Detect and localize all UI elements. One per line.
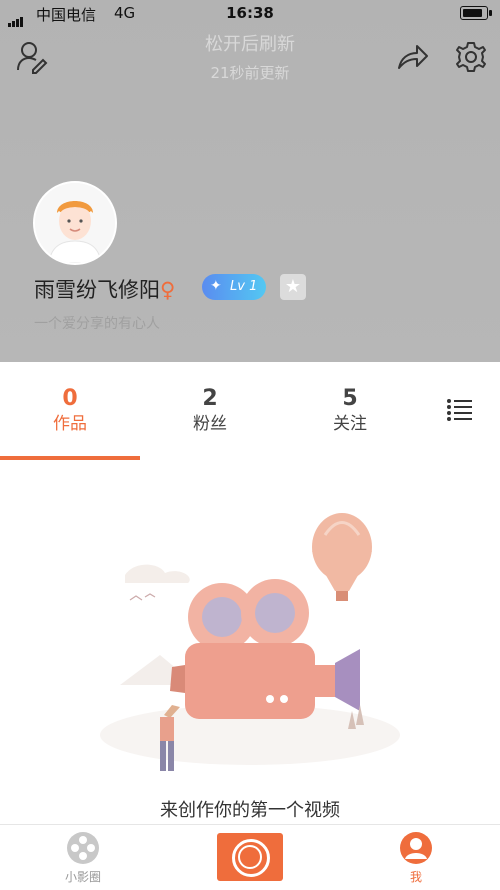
level-badge[interactable]: ✦ Lv 1 <box>202 274 266 300</box>
me-avatar-icon <box>400 832 432 864</box>
list-menu-icon[interactable] <box>446 398 472 422</box>
works-count: 0 <box>62 386 78 411</box>
tab-me[interactable]: 我 <box>366 831 466 885</box>
level-label: Lv 1 <box>230 279 258 294</box>
tab-me-label: 我 <box>409 870 422 884</box>
clock: 16:38 <box>226 4 274 22</box>
tab-xiaoying-label: 小影圈 <box>64 870 101 884</box>
bottom-tab-bar: 小影圈 我 <box>0 824 500 890</box>
sparkle-icon: ✦ <box>210 278 222 294</box>
avatar[interactable] <box>33 181 117 265</box>
fans-label: 粉丝 <box>193 414 227 434</box>
empty-state-message: 来创作你的第一个视频 <box>160 800 340 821</box>
user-name: 雨雪纷飞修阳 <box>34 278 160 302</box>
user-bio: 一个爱分享的有心人 <box>34 316 160 332</box>
gear-icon[interactable] <box>454 40 488 74</box>
share-icon[interactable] <box>395 40 429 74</box>
tab-following[interactable]: 5 关注 <box>280 386 420 434</box>
record-button[interactable] <box>217 833 283 881</box>
user-name-row: 雨雪纷飞修阳♀ <box>34 274 175 304</box>
star-icon[interactable]: ★ <box>280 274 306 300</box>
following-count: 5 <box>342 386 358 411</box>
fans-count: 2 <box>202 386 218 411</box>
profile-header: 中国电信 4G 16:38 松开后刷新 21秒前更新 雨雪纷飞修阳♀ ✦ Lv … <box>0 0 500 362</box>
profile-tabs: 0 作品 2 粉丝 5 关注 <box>0 362 500 462</box>
status-bar: 中国电信 4G 16:38 <box>0 0 500 28</box>
camera-illustration <box>100 513 400 771</box>
tab-xiaoying-circle[interactable]: 小影圈 <box>33 831 133 885</box>
following-label: 关注 <box>333 414 367 434</box>
edit-profile-icon[interactable] <box>15 40 49 74</box>
tab-works[interactable]: 0 作品 <box>0 386 140 434</box>
record-inner-ring-icon <box>238 845 262 869</box>
tab-fans[interactable]: 2 粉丝 <box>140 386 280 434</box>
works-label: 作品 <box>53 414 87 434</box>
battery-icon <box>460 6 492 20</box>
film-reel-icon <box>67 832 99 864</box>
gender-female-icon: ♀ <box>160 278 176 302</box>
active-tab-indicator <box>0 456 140 460</box>
avatar-illustration <box>35 183 115 263</box>
